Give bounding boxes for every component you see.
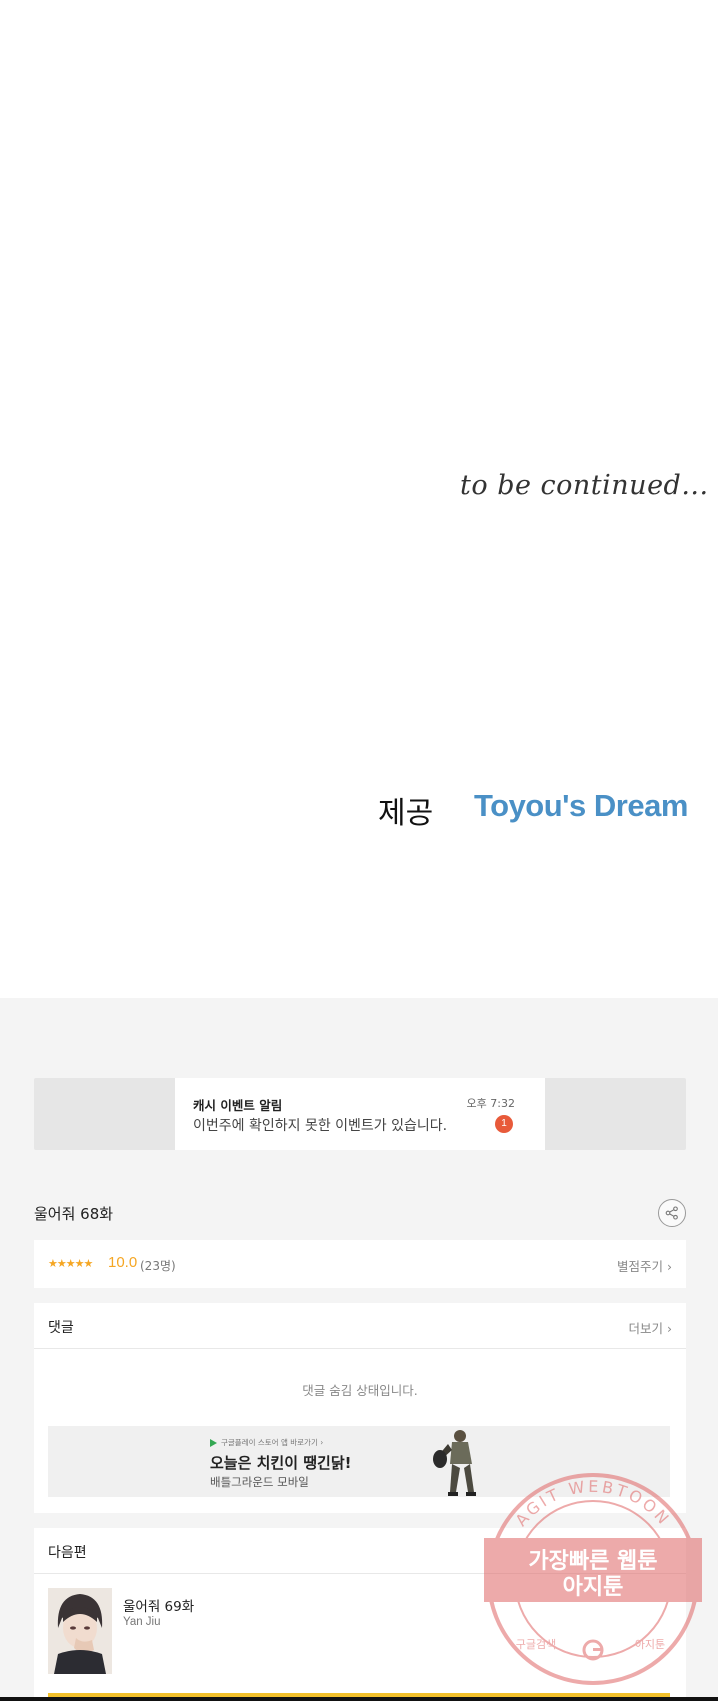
comments-title: 댓글 <box>48 1320 74 1336</box>
share-button[interactable] <box>658 1199 686 1227</box>
next-episode-author: Yan Jiu <box>123 1616 161 1628</box>
share-icon <box>665 1206 678 1220</box>
notification-badge: 1 <box>495 1115 513 1133</box>
comments-header: 댓글 더보기 › <box>34 1303 686 1349</box>
comic-end-panel: to be continued... 제공 Toyou's Dream <box>0 0 718 998</box>
viewer-footer: 캐시 이벤트 알림 오후 7:32 이번주에 확인하지 못한 이벤트가 있습니다… <box>0 998 718 1701</box>
play-store-icon <box>210 1439 217 1447</box>
next-episode-section-title: 다음편 <box>48 1545 87 1561</box>
next-episode-header: 다음편 <box>34 1528 686 1574</box>
notification-card[interactable]: 캐시 이벤트 알림 오후 7:32 이번주에 확인하지 못한 이벤트가 있습니다… <box>175 1078 545 1150</box>
rate-button[interactable]: 별점주기 › <box>617 1256 672 1275</box>
rating-count: (23명) <box>140 1259 176 1273</box>
rating-box: ★★★★★ 10.0 (23명) 별점주기 › <box>34 1240 686 1288</box>
rating-stars: ★★★★★ <box>48 1257 93 1270</box>
soldier-figure-icon <box>433 1430 476 1496</box>
rating-score: 10.0 <box>108 1254 138 1271</box>
comments-section: 댓글 더보기 › 댓글 숨김 상태입니다. 구글플레이 스토어 앱 바로가기 ›… <box>34 1303 686 1513</box>
ad-banner[interactable]: 구글플레이 스토어 앱 바로가기 › 오늘은 치킨이 땡긴닭! 배틀그라운드 모… <box>48 1426 670 1497</box>
ad-subtitle: 배틀그라운드 모바일 <box>210 1475 309 1489</box>
comments-more-button[interactable]: 더보기 › <box>629 1318 672 1337</box>
episode-title: 울어줘 68화 <box>34 1205 114 1223</box>
next-episode-thumbnail[interactable] <box>48 1588 112 1674</box>
comments-hidden-message: 댓글 숨김 상태입니다. <box>302 1383 418 1398</box>
notification-banner[interactable]: 캐시 이벤트 알림 오후 7:32 이번주에 확인하지 못한 이벤트가 있습니다… <box>34 1078 686 1150</box>
ad-store-text: 구글플레이 스토어 앱 바로가기 › <box>221 1438 324 1447</box>
notification-title: 캐시 이벤트 알림 <box>193 1098 283 1113</box>
ad-store-link[interactable]: 구글플레이 스토어 앱 바로가기 › <box>210 1437 323 1448</box>
to-be-continued-text: to be continued... <box>460 470 709 501</box>
next-episode-section: 다음편 울어줘 69화 Yan Jiu <box>34 1528 686 1701</box>
next-episode-title[interactable]: 울어줘 69화 <box>123 1595 194 1615</box>
ad-headline: 오늘은 치킨이 땡긴닭! <box>210 1454 352 1472</box>
provider-logo: Toyou's Dream <box>474 788 688 823</box>
notification-message: 이번주에 확인하지 못한 이벤트가 있습니다. <box>193 1118 448 1134</box>
provided-by-label: 제공 <box>378 796 434 831</box>
character-thumbnail-icon <box>48 1588 112 1674</box>
bottom-edge-bar <box>0 1697 718 1701</box>
notification-time: 오후 7:32 <box>466 1097 515 1110</box>
